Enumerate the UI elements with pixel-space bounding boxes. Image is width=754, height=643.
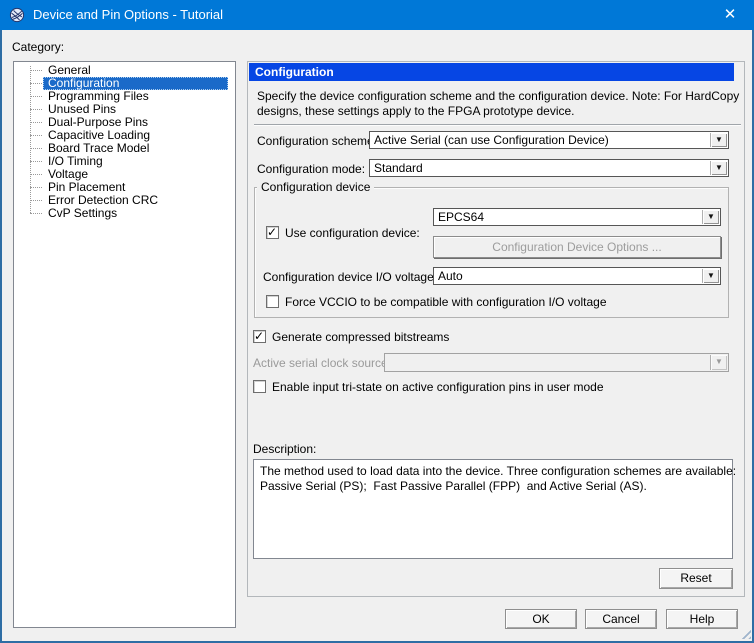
sidebar-item-label: CvP Settings [43,207,228,220]
configuration-mode-select[interactable]: Standard ▼ [369,159,729,177]
configuration-panel: Configuration Specify the device configu… [247,61,745,597]
intro-text-line2: designs, these settings apply to the FPG… [257,104,575,119]
cancel-button[interactable]: Cancel [585,609,657,629]
dropdown-button[interactable]: ▼ [702,210,719,224]
quartus-app-icon [9,7,25,23]
use-configuration-device-label: Use configuration device: [285,226,420,240]
io-voltage-value: Auto [438,269,701,283]
enable-input-tristate-checkbox[interactable] [253,380,266,393]
title-bar[interactable]: Device and Pin Options - Tutorial ✕ [0,0,754,30]
ok-button[interactable]: OK [505,609,577,629]
chevron-down-icon: ▼ [711,133,727,147]
dropdown-button[interactable]: ▼ [710,133,727,147]
use-configuration-device-checkbox[interactable]: ✓ [266,226,279,239]
io-voltage-label: Configuration device I/O voltage: [263,270,437,284]
active-serial-clock-source-label: Active serial clock source: [253,356,391,370]
close-icon: ✕ [724,6,737,23]
intro-text-line1: Specify the device configuration scheme … [257,89,739,104]
category-label: Category: [12,40,64,54]
reset-button[interactable]: Reset [659,568,733,589]
help-button[interactable]: Help [666,609,738,629]
dropdown-button[interactable]: ▼ [710,355,727,370]
description-box: The method used to load data into the de… [253,459,733,559]
active-serial-clock-source-value [389,355,709,369]
enable-input-tristate-label: Enable input tri-state on active configu… [272,380,604,394]
check-icon: ✓ [254,329,264,343]
configuration-mode-value: Standard [374,161,709,175]
close-button[interactable]: ✕ [710,0,750,30]
configuration-device-value: EPCS64 [438,210,701,224]
configuration-device-select[interactable]: EPCS64 ▼ [433,208,721,226]
window-title: Device and Pin Options - Tutorial [33,0,223,30]
chevron-down-icon: ▼ [711,161,727,175]
description-text-line1: The method used to load data into the de… [260,464,726,479]
force-vccio-checkbox[interactable] [266,295,279,308]
configuration-device-options-button[interactable]: Configuration Device Options ... [433,236,721,258]
category-tree[interactable]: General Configuration Programming Files … [13,61,236,628]
tree-connector-line [30,66,31,213]
section-header: Configuration [249,63,734,81]
configuration-mode-label: Configuration mode: [257,162,365,176]
configuration-scheme-value: Active Serial (can use Configuration Dev… [374,133,709,147]
force-vccio-label: Force VCCIO to be compatible with config… [285,295,607,309]
sidebar-item-cvp-settings[interactable]: CvP Settings [43,207,228,220]
configuration-scheme-select[interactable]: Active Serial (can use Configuration Dev… [369,131,729,149]
io-voltage-select[interactable]: Auto ▼ [433,267,721,285]
check-icon: ✓ [267,225,277,239]
configuration-device-group-title: Configuration device [257,180,374,194]
generate-compressed-bitstreams-checkbox[interactable]: ✓ [253,330,266,343]
separator [254,124,741,126]
chevron-down-icon: ▼ [711,355,727,369]
dropdown-button[interactable]: ▼ [702,269,719,283]
active-serial-clock-source-select[interactable]: ▼ [384,353,729,372]
device-pin-options-dialog: Device and Pin Options - Tutorial ✕ Cate… [0,0,754,643]
chevron-down-icon: ▼ [703,269,719,283]
description-label: Description: [253,442,316,456]
chevron-down-icon: ▼ [703,210,719,224]
description-text-line2: Passive Serial (PS); Fast Passive Parall… [260,479,726,494]
resize-grip[interactable] [738,626,751,639]
dropdown-button[interactable]: ▼ [710,161,727,175]
generate-compressed-bitstreams-label: Generate compressed bitstreams [272,330,449,344]
configuration-scheme-label: Configuration scheme: [257,134,377,148]
